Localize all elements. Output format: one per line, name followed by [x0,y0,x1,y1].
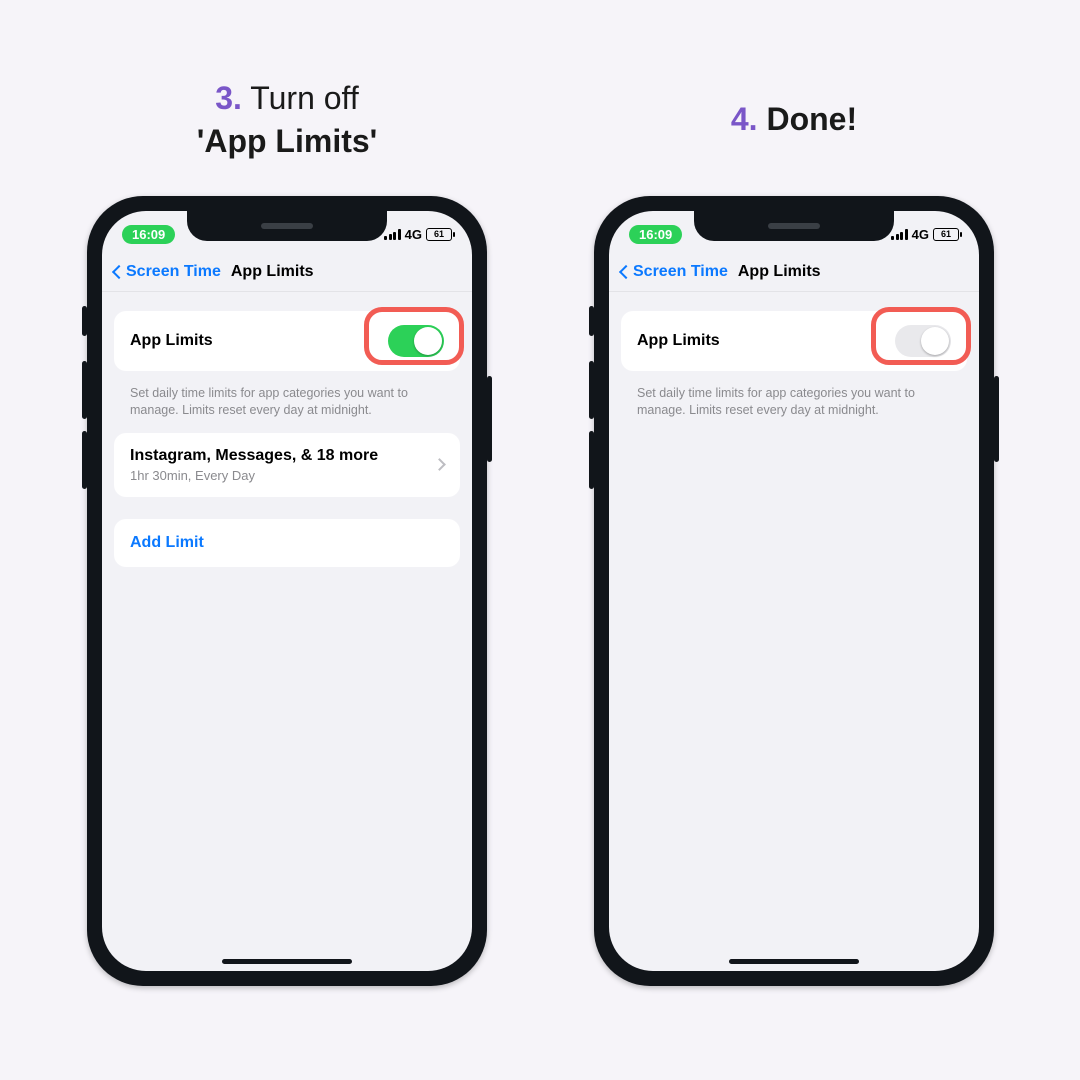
limit-item-subtitle: 1hr 30min, Every Day [130,468,378,483]
app-limits-label: App Limits [130,332,213,350]
step-4-heading: 4. Done! [579,72,1009,168]
app-limits-toggle-group: App Limits [114,311,460,371]
step-number: 4. [731,101,758,137]
battery-icon: 61 [426,228,452,241]
app-limits-label: App Limits [637,332,720,350]
app-limits-row: App Limits [114,311,460,371]
battery-icon: 61 [933,228,959,241]
nav-bar: Screen Time App Limits [609,257,979,292]
signal-icon [384,229,401,240]
limit-item-title: Instagram, Messages, & 18 more [130,447,378,465]
network-label: 4G [405,227,422,242]
home-indicator [222,959,352,964]
back-label: Screen Time [126,263,221,281]
status-bar: 16:09 4G 61 [609,217,979,251]
status-time: 16:09 [629,225,682,244]
phone-screen: 16:09 4G 61 Screen Time [102,211,472,971]
app-limits-toggle[interactable] [388,325,444,357]
step-number: 3. [215,80,242,116]
step-text: Turn off [242,80,359,116]
back-button[interactable]: Screen Time [114,263,221,281]
chevron-left-icon [619,265,633,279]
app-limits-caption: Set daily time limits for app categories… [621,379,967,433]
nav-title: App Limits [231,263,314,281]
chevron-right-icon [433,458,446,471]
phone-mockup-left: 16:09 4G 61 Screen Time [87,196,487,986]
back-label: Screen Time [633,263,728,281]
add-limit-group[interactable]: Add Limit [114,519,460,567]
limit-item-group[interactable]: Instagram, Messages, & 18 more 1hr 30min… [114,433,460,497]
chevron-left-icon [112,265,126,279]
nav-title: App Limits [738,263,821,281]
nav-bar: Screen Time App Limits [102,257,472,292]
home-indicator [729,959,859,964]
step-3-column: 3. Turn off 'App Limits' 16:09 4G [72,72,502,986]
back-button[interactable]: Screen Time [621,263,728,281]
app-limits-toggle-group: App Limits [621,311,967,371]
status-bar: 16:09 4G 61 [102,217,472,251]
add-limit-button[interactable]: Add Limit [130,534,204,552]
network-label: 4G [912,227,929,242]
step-4-column: 4. Done! 16:09 4G 61 [579,72,1009,986]
app-limits-toggle[interactable] [895,325,951,357]
phone-screen: 16:09 4G 61 Screen Time [609,211,979,971]
app-limits-row: App Limits [621,311,967,371]
status-time: 16:09 [122,225,175,244]
phone-mockup-right: 16:09 4G 61 Screen Time [594,196,994,986]
step-text-bold: 'App Limits' [72,120,502,163]
signal-icon [891,229,908,240]
app-limits-caption: Set daily time limits for app categories… [114,379,460,433]
step-text-bold: Done! [758,101,858,137]
step-3-heading: 3. Turn off 'App Limits' [72,72,502,168]
